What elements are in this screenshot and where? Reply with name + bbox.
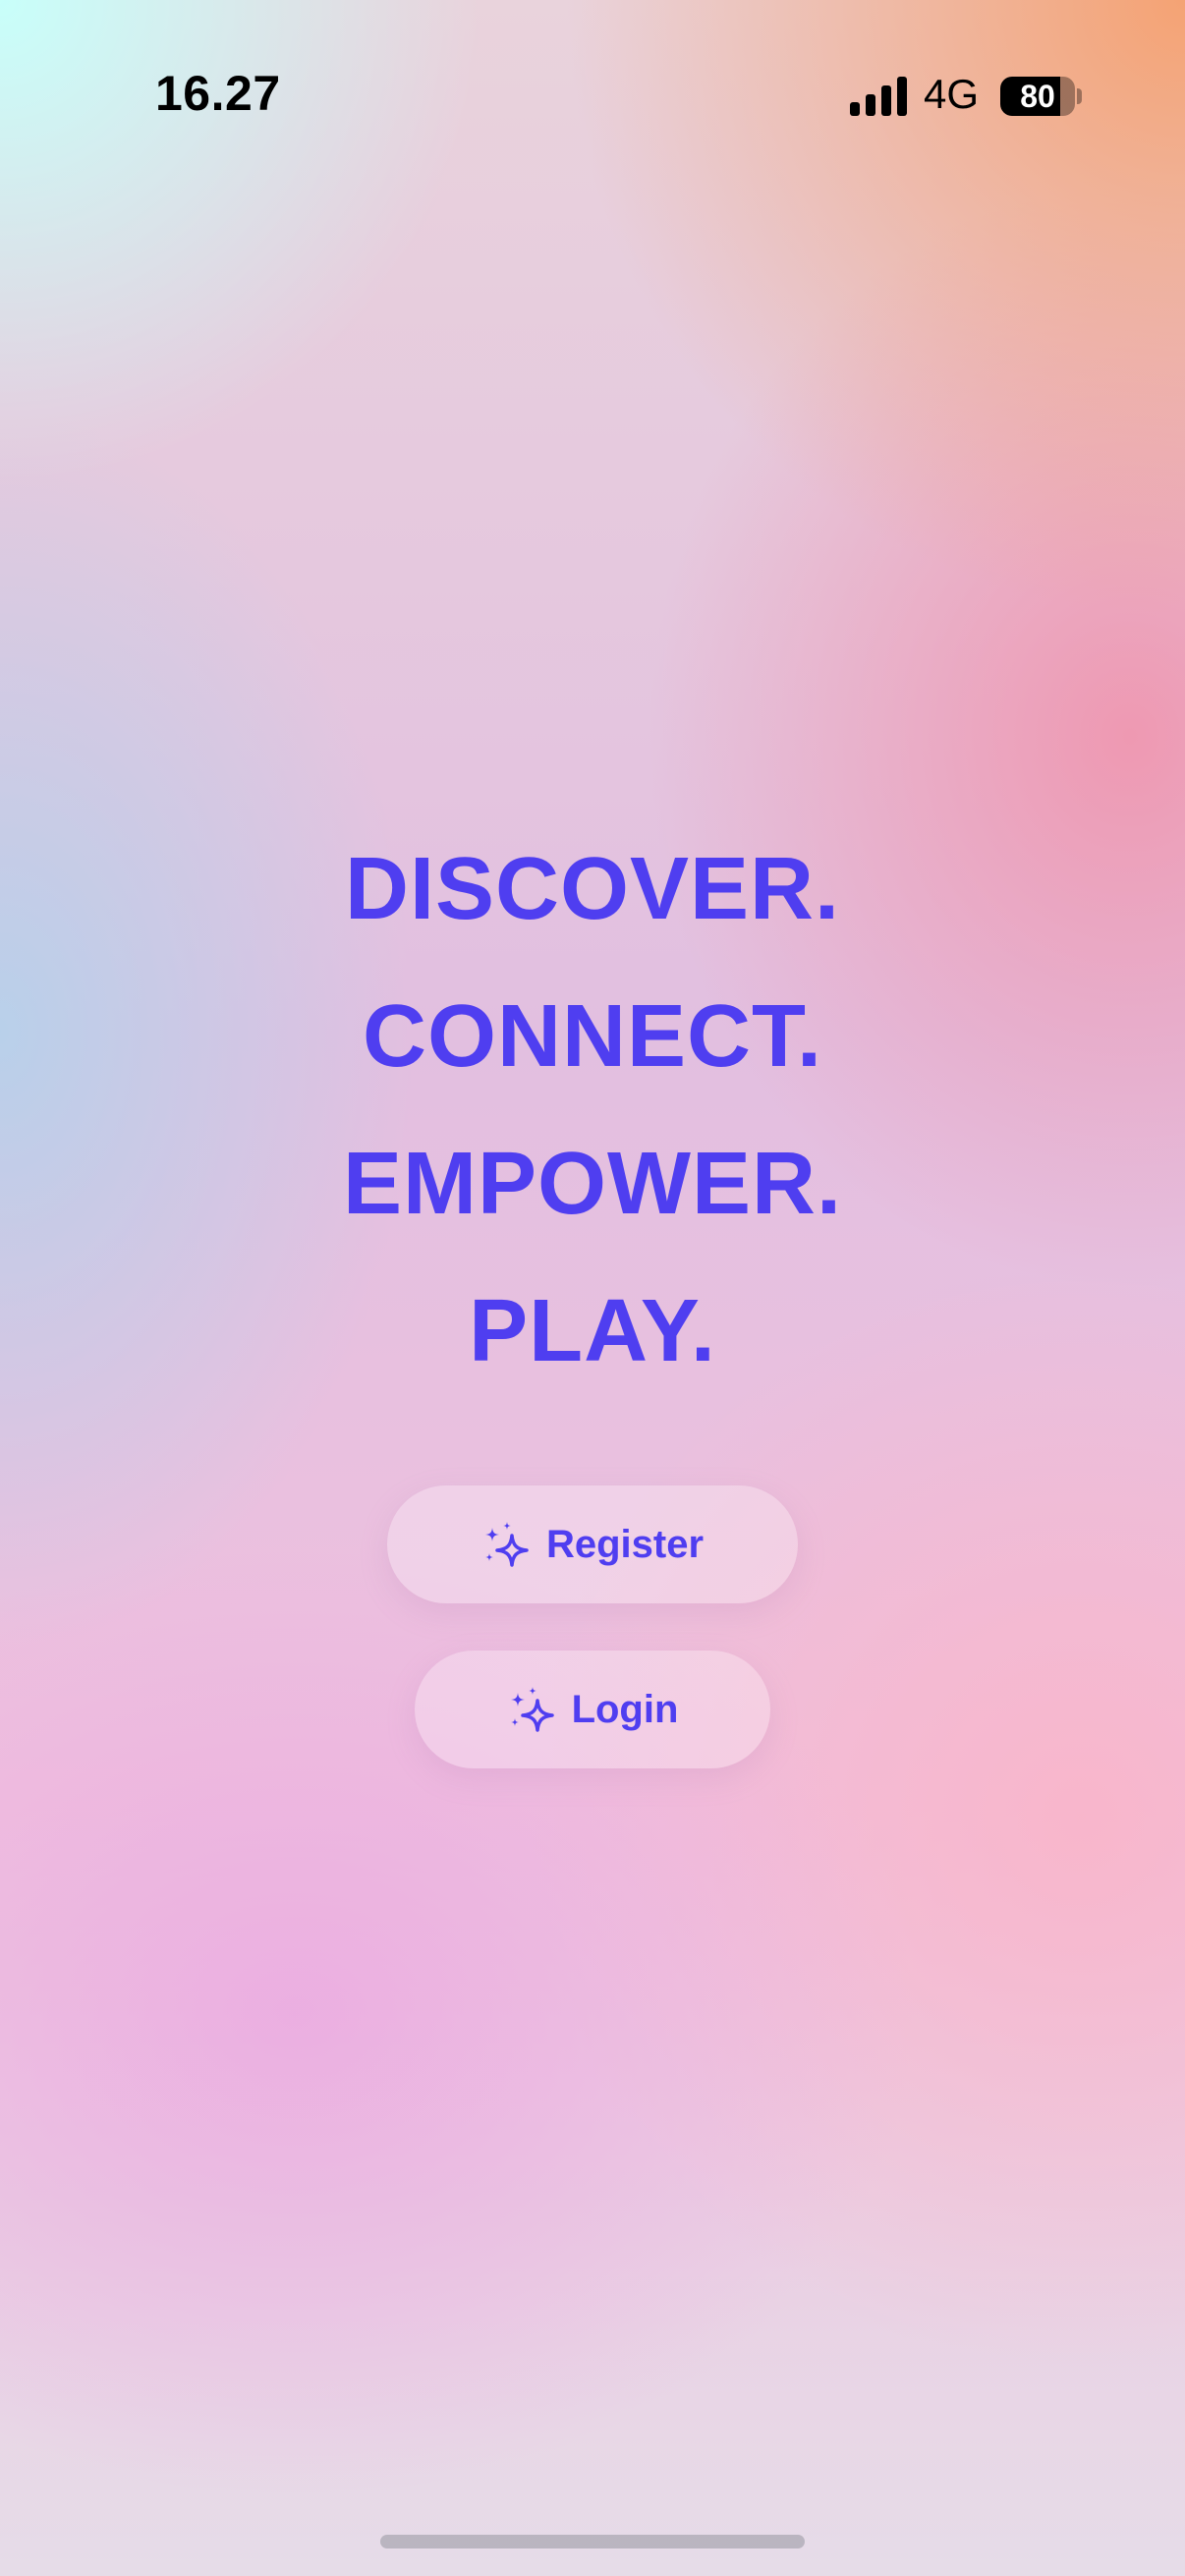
network-type-label: 4G [924, 71, 980, 117]
tagline-line-empower: EMPOWER. [342, 1135, 842, 1233]
status-time: 16.27 [155, 66, 281, 121]
cellular-signal-icon [850, 77, 907, 116]
tagline-line-discover: DISCOVER. [344, 840, 841, 938]
home-indicator[interactable] [380, 2535, 805, 2548]
login-button[interactable]: Login [415, 1651, 770, 1768]
tagline-line-connect: CONNECT. [362, 987, 823, 1086]
sparkles-icon [510, 1687, 554, 1732]
sparkles-icon [484, 1522, 529, 1567]
battery-tip [1077, 88, 1082, 104]
battery-icon: 80 [1000, 77, 1075, 116]
battery-level: 80 [1020, 79, 1055, 114]
tagline-line-play: PLAY. [469, 1282, 716, 1380]
login-button-label: Login [571, 1687, 679, 1731]
status-bar: 16.27 4G 80 [0, 0, 1185, 187]
register-button-label: Register [545, 1522, 705, 1566]
tagline: DISCOVER. CONNECT. EMPOWER. PLAY. [0, 815, 1185, 1405]
register-button[interactable]: Register [387, 1485, 798, 1603]
welcome-screen: 16.27 4G 80 DISCOVER. CONNECT. EMPOWER. … [0, 0, 1185, 2576]
